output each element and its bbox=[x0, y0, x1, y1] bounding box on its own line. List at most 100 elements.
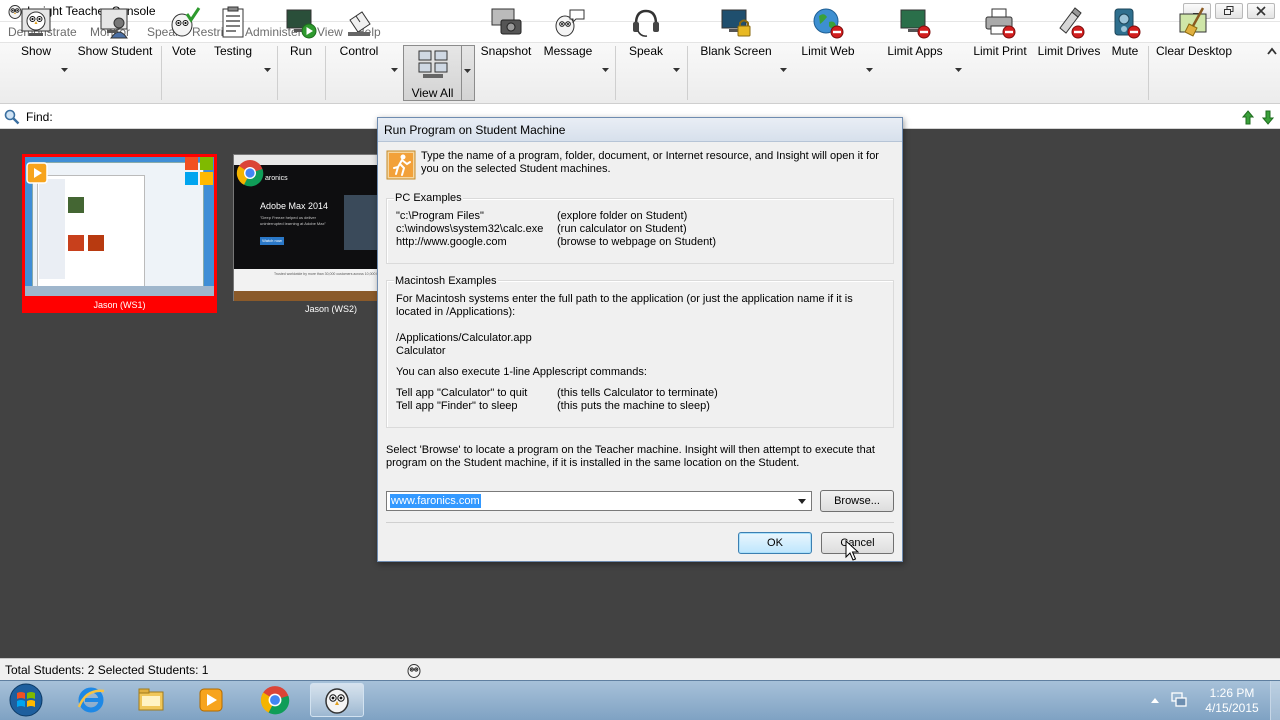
run-button[interactable]: Run bbox=[283, 4, 319, 58]
mac-example-line-2: located in /Applications): bbox=[396, 306, 516, 318]
arrow-up-icon[interactable] bbox=[1242, 110, 1254, 125]
control-dropdown-arrow-icon[interactable] bbox=[391, 68, 398, 72]
view-all-dropdown-arrow-icon bbox=[464, 69, 471, 73]
speak-button[interactable]: Speak bbox=[624, 4, 668, 58]
blank-screen-dropdown-arrow-icon[interactable] bbox=[780, 68, 787, 72]
mouse-pointer-icon bbox=[845, 540, 859, 561]
show-hidden-icons-icon[interactable] bbox=[1150, 696, 1160, 704]
snapshot-button[interactable]: Snapshot bbox=[479, 4, 533, 58]
limit-apps-button[interactable]: Limit Apps bbox=[884, 4, 946, 58]
program-path-combobox[interactable]: www.faronics.com bbox=[386, 491, 812, 511]
ok-button[interactable]: OK bbox=[738, 532, 812, 554]
limit-apps-dropdown-arrow-icon[interactable] bbox=[955, 68, 962, 72]
clear-desktop-broom-icon bbox=[1179, 7, 1207, 37]
pc-example-cmd-1: "c:\Program Files" bbox=[396, 210, 484, 222]
limit-web-button[interactable]: Limit Web bbox=[798, 4, 858, 58]
run-monitor-icon bbox=[286, 9, 317, 39]
limit-apps-icon bbox=[900, 9, 931, 39]
clear-desktop-button[interactable]: Clear Desktop bbox=[1156, 4, 1232, 58]
view-all-dropdown[interactable] bbox=[462, 45, 475, 101]
pc-example-desc-1: (explore folder on Student) bbox=[557, 210, 688, 222]
ws1-windows-logo-icon bbox=[185, 157, 214, 186]
internet-explorer-icon bbox=[77, 687, 105, 713]
limit-apps-label: Limit Apps bbox=[887, 44, 943, 58]
dialog-title: Run Program on Student Machine bbox=[384, 123, 566, 137]
run-program-dialog: Run Program on Student Machine Type the … bbox=[377, 117, 903, 562]
show-dropdown-arrow-icon[interactable] bbox=[61, 68, 68, 72]
speak-label: Speak bbox=[628, 44, 664, 58]
applescript-desc-1: (this tells Calculator to terminate) bbox=[557, 387, 718, 399]
vote-button[interactable]: Vote bbox=[164, 4, 204, 58]
find-input[interactable] bbox=[76, 107, 376, 127]
limit-print-button[interactable]: Limit Print bbox=[970, 4, 1030, 58]
combobox-dropdown-arrow-icon[interactable] bbox=[798, 499, 806, 504]
limit-drives-button[interactable]: Limit Drives bbox=[1036, 4, 1102, 58]
ws2-site-brand: aronics bbox=[265, 175, 288, 182]
show-student-icon bbox=[100, 8, 128, 39]
limit-drives-usb-icon bbox=[1059, 7, 1085, 39]
show-desktop-button[interactable] bbox=[1270, 681, 1280, 720]
windows-start-orb-icon bbox=[9, 683, 43, 717]
arrow-down-icon[interactable] bbox=[1262, 110, 1274, 125]
vote-owl-check-icon bbox=[171, 7, 201, 37]
taskbar-chrome[interactable] bbox=[248, 683, 302, 717]
control-button[interactable]: Control bbox=[334, 4, 384, 58]
view-all-label: View All bbox=[411, 86, 454, 100]
network-icon[interactable] bbox=[1170, 692, 1188, 708]
insight-owl-icon bbox=[325, 688, 349, 714]
testing-clipboard-icon bbox=[222, 6, 244, 38]
mac-examples-heading: Macintosh Examples bbox=[394, 275, 498, 288]
applescript-cmd-2: Tell app "Finder" to sleep bbox=[396, 400, 518, 412]
show-button[interactable]: Show bbox=[10, 4, 62, 58]
testing-dropdown-arrow-icon[interactable] bbox=[264, 68, 271, 72]
student-name-ws1: Jason (WS1) bbox=[93, 300, 146, 310]
pc-example-cmd-2: c:\windows\system32\calc.exe bbox=[396, 223, 544, 235]
speak-dropdown-arrow-icon[interactable] bbox=[673, 68, 680, 72]
dialog-title-bar[interactable]: Run Program on Student Machine bbox=[378, 118, 902, 142]
message-dropdown-arrow-icon[interactable] bbox=[602, 68, 609, 72]
testing-label: Testing bbox=[213, 44, 253, 58]
student-thumbnail-ws1[interactable]: Jason (WS1) bbox=[22, 154, 217, 313]
browse-note-line-2: program on the Student machine, if it is… bbox=[386, 457, 800, 469]
vote-label: Vote bbox=[171, 44, 197, 58]
limit-print-label: Limit Print bbox=[973, 44, 1027, 58]
run-program-icon bbox=[386, 150, 416, 180]
applescript-note: You can also execute 1-line Applescript … bbox=[396, 366, 647, 378]
start-button[interactable] bbox=[6, 682, 46, 718]
student-count-status: Total Students: 2 Selected Students: 1 bbox=[5, 663, 209, 677]
mute-speaker-icon bbox=[1114, 8, 1141, 39]
message-owl-icon bbox=[555, 9, 585, 37]
taskbar-insight-teacher[interactable] bbox=[310, 683, 364, 717]
clear-desktop-label: Clear Desktop bbox=[1155, 44, 1233, 58]
close-button[interactable] bbox=[1247, 3, 1275, 19]
taskbar-file-explorer[interactable] bbox=[124, 683, 178, 717]
toolbar-overflow[interactable] bbox=[1266, 44, 1278, 60]
toolbar-separator bbox=[1148, 46, 1149, 100]
show-student-button[interactable]: Show Student bbox=[74, 4, 156, 58]
ws2-site-body: "Deep Freeze helped us deliver uninterru… bbox=[260, 215, 326, 226]
blank-screen-lock-icon bbox=[721, 9, 751, 37]
pc-example-cmd-3: http://www.google.com bbox=[396, 236, 507, 248]
media-player-icon bbox=[199, 688, 223, 712]
taskbar-media-player[interactable] bbox=[184, 683, 238, 717]
snapshot-label: Snapshot bbox=[480, 44, 532, 58]
limit-web-globe-icon bbox=[813, 8, 844, 39]
applescript-cmd-1: Tell app "Calculator" to quit bbox=[396, 387, 528, 399]
message-button[interactable]: Message bbox=[541, 4, 595, 58]
pc-examples-heading: PC Examples bbox=[394, 192, 463, 205]
chevron-up-icon bbox=[1267, 47, 1277, 55]
mute-label: Mute bbox=[1111, 44, 1139, 58]
taskbar-internet-explorer[interactable] bbox=[64, 683, 118, 717]
limit-drives-label: Limit Drives bbox=[1037, 44, 1101, 58]
mute-button[interactable]: Mute bbox=[1106, 4, 1144, 58]
view-all-button[interactable]: View All bbox=[403, 45, 462, 101]
show-owl-icon bbox=[21, 8, 51, 36]
run-label: Run bbox=[289, 44, 312, 58]
close-icon bbox=[1256, 6, 1266, 16]
limit-web-dropdown-arrow-icon[interactable] bbox=[866, 68, 873, 72]
browse-button[interactable]: Browse... bbox=[820, 490, 894, 512]
limit-web-label: Limit Web bbox=[801, 44, 855, 58]
system-clock[interactable]: 1:26 PM 4/15/2015 bbox=[1192, 686, 1272, 716]
blank-screen-button[interactable]: Blank Screen bbox=[700, 4, 772, 58]
testing-button[interactable]: Testing bbox=[208, 4, 258, 58]
